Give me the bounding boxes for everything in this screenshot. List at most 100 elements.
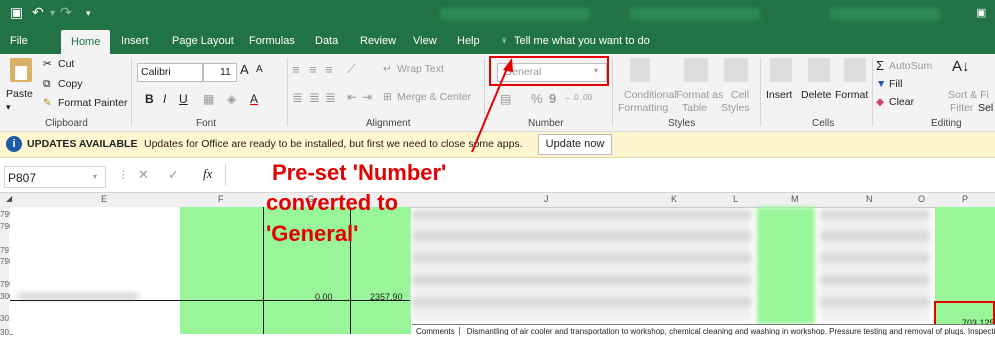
underline-button[interactable]: U — [179, 92, 188, 106]
paste-dropdown-icon[interactable]: ▾ — [6, 102, 11, 113]
cancel-icon[interactable]: ✕ — [138, 167, 149, 183]
increase-decimal-button[interactable]: ←.0 .00 — [564, 93, 592, 102]
insert-function-button[interactable]: fx — [203, 166, 212, 182]
decrease-indent-icon[interactable]: ⇤ — [347, 90, 357, 104]
update-now-button[interactable]: Update now — [538, 134, 612, 155]
middle-align-icon[interactable]: ≡ — [309, 62, 317, 77]
cell-styles-button[interactable]: Cell — [731, 89, 749, 101]
separator — [131, 58, 132, 126]
blurred-title — [830, 8, 940, 20]
wrap-text-icon[interactable]: ↵ — [383, 63, 392, 75]
comma-button[interactable]: 9 — [549, 91, 556, 106]
bottom-align-icon[interactable]: ≡ — [325, 62, 333, 77]
cell-column-h[interactable] — [350, 207, 411, 334]
tab-review[interactable]: Review — [360, 35, 396, 47]
tab-view[interactable]: View — [413, 35, 437, 47]
separator — [872, 58, 873, 126]
cut-button[interactable]: Cut — [58, 58, 74, 70]
conditional-formatting-icon[interactable] — [630, 58, 650, 82]
column-header-k[interactable]: K — [671, 194, 677, 204]
column-header-l[interactable]: L — [733, 194, 738, 204]
save-icon[interactable]: ▣ — [10, 4, 23, 21]
name-box[interactable]: P807 ▾ — [4, 166, 106, 188]
clear-button[interactable]: Clear — [889, 96, 914, 108]
column-header-j[interactable]: J — [544, 194, 549, 204]
format-as-table-button[interactable]: Format as — [676, 89, 723, 101]
enter-icon[interactable]: ✓ — [168, 167, 179, 183]
clipboard-group-label: Clipboard — [45, 118, 88, 129]
cell-column-e[interactable] — [10, 207, 181, 334]
font-size-dropdown[interactable]: 11 — [203, 63, 237, 82]
conditional-formatting-label: Formatting — [618, 102, 669, 114]
column-header-m[interactable]: M — [791, 194, 799, 204]
font-color-button[interactable]: A — [250, 92, 258, 106]
annotation-line-2: converted to — [266, 190, 399, 215]
orientation-icon[interactable]: ⟋ — [347, 62, 355, 77]
annotation-arrow — [471, 58, 513, 153]
format-painter-button[interactable]: Format Painter — [58, 97, 127, 109]
tab-insert[interactable]: Insert — [121, 35, 149, 47]
select-all-corner[interactable]: ◢ — [6, 194, 12, 203]
merge-icon[interactable]: ⊞ — [383, 91, 392, 103]
tab-formulas[interactable]: Formulas — [249, 35, 295, 47]
italic-button[interactable]: I — [163, 92, 166, 106]
sort-filter-button[interactable]: Sort & Fi — [948, 89, 989, 101]
format-cells-button[interactable]: Format — [835, 89, 868, 101]
font-name-dropdown[interactable]: Calibri — [137, 63, 203, 82]
grow-font-button[interactable]: A — [240, 62, 249, 77]
cell-styles-icon[interactable] — [724, 58, 748, 82]
select-label[interactable]: Sel — [978, 102, 993, 114]
autosum-icon[interactable]: Σ — [876, 58, 884, 73]
column-header-o[interactable]: O — [918, 194, 925, 204]
align-right-icon[interactable]: ≣ — [325, 90, 336, 106]
bold-button[interactable]: B — [145, 92, 154, 106]
undo-dropdown-icon[interactable]: ▾ — [50, 8, 55, 19]
copy-button[interactable]: Copy — [58, 78, 83, 90]
fill-color-icon[interactable]: ◈ — [227, 92, 236, 106]
column-headers: ◢ E F G J K L M N O P — [0, 193, 995, 208]
tab-file[interactable]: File — [10, 35, 28, 47]
annotation-line-1: Pre-set 'Number' — [272, 160, 447, 185]
format-as-table-icon[interactable] — [684, 58, 708, 82]
separator — [287, 58, 288, 126]
shrink-font-button[interactable]: A — [256, 64, 263, 75]
tab-page-layout[interactable]: Page Layout — [172, 35, 234, 47]
name-box-value: P807 — [8, 171, 37, 185]
format-cells-icon[interactable] — [844, 58, 866, 82]
font-size-value: 11 — [220, 66, 231, 78]
column-header-p[interactable]: P — [962, 194, 968, 204]
tab-home[interactable]: Home — [61, 30, 111, 54]
customize-toolbar-icon[interactable]: ▾ — [86, 8, 91, 19]
format-painter-icon[interactable]: ✎ — [43, 97, 52, 109]
fill-icon[interactable]: ▼ — [876, 78, 886, 90]
conditional-formatting-button[interactable]: Conditional — [624, 89, 677, 101]
cell-column-m[interactable] — [757, 207, 815, 324]
insert-cells-icon[interactable] — [770, 58, 792, 82]
insert-cells-button[interactable]: Insert — [766, 89, 792, 101]
copy-icon[interactable]: ⧉ — [43, 78, 51, 91]
cell-column-f[interactable] — [180, 207, 264, 334]
clear-icon[interactable]: ◆ — [876, 96, 884, 108]
autosum-button[interactable]: AutoSum — [889, 60, 932, 72]
redo-icon[interactable]: ↷ — [60, 4, 72, 21]
delete-cells-icon[interactable] — [808, 58, 830, 82]
tab-data[interactable]: Data — [315, 35, 338, 47]
align-left-icon[interactable]: ≣ — [292, 90, 303, 106]
sort-filter-icon[interactable]: A↓ — [952, 58, 970, 75]
undo-icon[interactable]: ↶ — [32, 4, 44, 21]
borders-icon[interactable]: ▦ — [203, 92, 214, 106]
paste-button[interactable]: Paste — [6, 88, 33, 100]
column-header-n[interactable]: N — [866, 194, 873, 204]
sort-filter-label: Filter — [950, 102, 974, 114]
wrap-text-button[interactable]: Wrap Text — [397, 63, 444, 75]
increase-indent-icon[interactable]: ⇥ — [362, 90, 372, 104]
align-center-icon[interactable]: ≣ — [309, 90, 320, 106]
column-header-f[interactable]: F — [218, 194, 224, 204]
delete-cells-button[interactable]: Delete — [801, 89, 831, 101]
column-header-e[interactable]: E — [101, 194, 107, 204]
cut-icon[interactable]: ✂ — [43, 58, 52, 70]
top-align-icon[interactable]: ≡ — [292, 62, 300, 77]
fill-button[interactable]: Fill — [889, 78, 902, 90]
ribbon-display-icon[interactable]: ▣ — [976, 6, 986, 19]
paste-icon[interactable] — [10, 58, 32, 82]
